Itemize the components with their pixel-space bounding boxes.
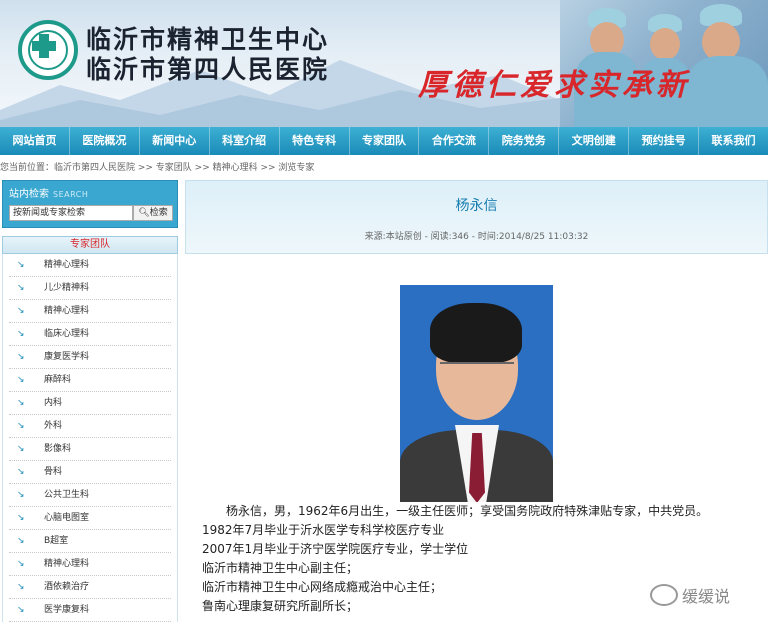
article-title: 杨永信 [455, 198, 498, 214]
category-item[interactable]: ↘ 儿少精神科 [9, 277, 171, 300]
nav-item-contact[interactable]: 联系我们 [699, 127, 768, 155]
arrow-icon: ↘ [17, 467, 25, 477]
arrow-icon: ↘ [17, 283, 25, 293]
nav-item-cooperation[interactable]: 合作交流 [419, 127, 490, 155]
sidebar: 站内检索 SEARCH 按新闻或专家检索 🔍︎检索 专家团队 ↘ 精神心理科 ↘ 儿少… [2, 180, 178, 628]
nav-item-departments[interactable]: 科室介绍 [210, 127, 280, 155]
breadcrumb[interactable]: 您当前位置：临沂市第四人民医院 >> 专家团队 >> 精神心理科 >> 浏览专家 [0, 160, 314, 173]
category-item[interactable]: ↘ 麻醉科 [9, 369, 171, 392]
category-item[interactable]: ↘ 外科 [9, 415, 171, 438]
category-item[interactable]: ↘ 精神心理科 [9, 300, 171, 323]
bio-line: 2007年1月毕业于济宁医学院医疗专业，学士学位 [202, 542, 469, 556]
main-nav: 网站首页 医院概况 新闻中心 科室介绍 特色专科 专家团队 合作交流 院务党务 … [0, 127, 768, 155]
expert-team-header: 专家团队 [2, 236, 178, 254]
nav-item-home[interactable]: 网站首页 [0, 127, 70, 155]
nav-item-party-affairs[interactable]: 院务党务 [489, 127, 560, 155]
category-item[interactable]: ↘ 骨科 [9, 461, 171, 484]
category-item[interactable]: ↘ B超室 [9, 530, 171, 553]
arrow-icon: ↘ [17, 260, 25, 270]
nav-item-civilization[interactable]: 文明创建 [559, 127, 630, 155]
category-label: 临床心理科 [44, 329, 90, 339]
bio-line: 临沂市精神卫生中心副主任； [202, 561, 359, 575]
arrow-icon: ↘ [17, 559, 25, 569]
nav-item-news[interactable]: 新闻中心 [140, 127, 210, 155]
bio-line: 1982年7月毕业于沂水医学专科学校医疗专业 [202, 523, 445, 537]
search-input[interactable]: 按新闻或专家检索 [9, 205, 133, 221]
arrow-icon: ↘ [17, 306, 25, 316]
search-button[interactable]: 🔍︎检索 [133, 205, 173, 221]
search-title-cn: 站内检索 [9, 189, 49, 200]
arrow-icon: ↘ [17, 421, 25, 431]
hospital-name-line2: 临沂市第四人民医院 [86, 55, 330, 84]
article-header: 杨永信 来源:本站原创 - 阅读:346 - 时间:2014/8/25 11:0… [185, 180, 768, 254]
arrow-icon: ↘ [17, 352, 25, 362]
category-label: 儿少精神科 [44, 283, 90, 293]
category-label: 外科 [44, 421, 63, 431]
site-search-panel: 站内检索 SEARCH 按新闻或专家检索 🔍︎检索 [2, 180, 178, 228]
watermark-text: 缓缓说 [682, 587, 731, 606]
category-list: ↘ 精神心理科 ↘ 儿少精神科 ↘ 精神心理科 ↘ 临床心理科 ↘ 康复医学科 ↘ 麻醉科 … [2, 254, 178, 622]
nav-item-experts[interactable]: 专家团队 [350, 127, 420, 155]
nav-item-appointment[interactable]: 预约挂号 [629, 127, 700, 155]
category-item[interactable]: ↘ 精神心理科 [9, 254, 171, 277]
category-label: 骨科 [44, 467, 63, 477]
category-item[interactable]: ↘ 酒依赖治疗 [9, 576, 171, 599]
category-item[interactable]: ↘ 影像科 [9, 438, 171, 461]
arrow-icon: ↘ [17, 444, 25, 454]
nav-item-overview[interactable]: 医院概况 [70, 127, 140, 155]
category-item[interactable]: ↘ 公共卫生科 [9, 484, 171, 507]
arrow-icon: ↘ [17, 513, 25, 523]
hospital-motto: 厚德仁爱求实承新 [418, 68, 690, 103]
arrow-icon: ↘ [17, 582, 25, 592]
arrow-icon: ↘ [17, 536, 25, 546]
category-label: 精神心理科 [44, 260, 90, 270]
category-item[interactable]: ↘ 医学康复科 [9, 599, 171, 622]
category-label: 酒依赖治疗 [44, 582, 90, 592]
expert-portrait [400, 285, 553, 502]
category-item[interactable]: ↘ 内科 [9, 392, 171, 415]
category-label: 医学康复科 [44, 605, 90, 615]
category-label: 精神心理科 [44, 559, 90, 569]
arrow-icon: ↘ [17, 398, 25, 408]
arrow-icon: ↘ [17, 605, 25, 615]
category-item[interactable]: ↘ 临床心理科 [9, 323, 171, 346]
search-title: 站内检索 SEARCH [9, 185, 88, 200]
category-label: 精神心理科 [44, 306, 90, 316]
category-label: 影像科 [44, 444, 72, 454]
category-label: 麻醉科 [44, 375, 72, 385]
category-label: 康复医学科 [44, 352, 90, 362]
wechat-icon [650, 584, 678, 606]
nav-item-specialties[interactable]: 特色专科 [280, 127, 350, 155]
arrow-icon: ↘ [17, 490, 25, 500]
search-title-en: SEARCH [53, 190, 89, 199]
category-label: B超室 [44, 536, 69, 546]
header-banner: 临沂市精神卫生中心 临沂市第四人民医院 厚德仁爱求实承新 [0, 0, 768, 127]
search-icon: 🔍︎ [138, 208, 150, 218]
category-label: 内科 [44, 398, 63, 408]
hospital-logo[interactable] [18, 20, 78, 80]
category-label: 公共卫生科 [44, 490, 90, 500]
article-meta: 来源:本站原创 - 阅读:346 - 时间:2014/8/25 11:03:32 [364, 232, 589, 242]
search-button-label: 检索 [149, 208, 168, 218]
category-item[interactable]: ↘ 心脑电图室 [9, 507, 171, 530]
category-item[interactable]: ↘ 精神心理科 [9, 553, 171, 576]
arrow-icon: ↘ [17, 329, 25, 339]
wechat-watermark: 缓缓说 [650, 583, 730, 607]
arrow-icon: ↘ [17, 375, 25, 385]
category-item[interactable]: ↘ 康复医学科 [9, 346, 171, 369]
article-main: 杨永信 来源:本站原创 - 阅读:346 - 时间:2014/8/25 11:0… [185, 180, 768, 628]
bio-line: 杨永信，男，1962年6月出生，一级主任医师；享受国务院政府特殊津贴专家，中共党… [226, 504, 709, 518]
category-label: 心脑电图室 [44, 513, 90, 523]
